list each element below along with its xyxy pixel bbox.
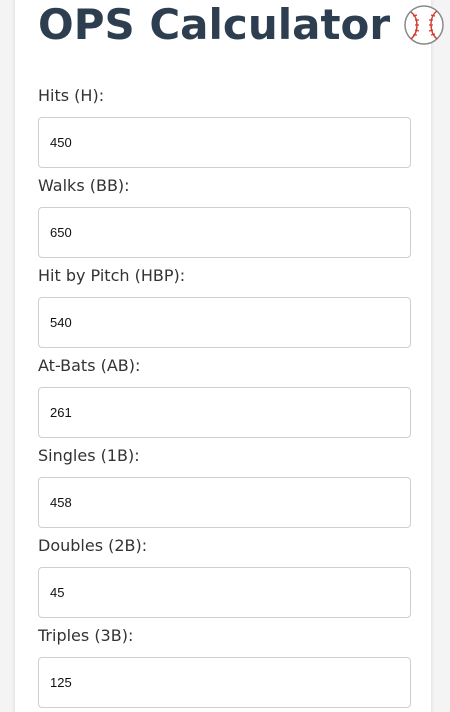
page: OPS Calculator Hits (H): 450 Walks (BB):… xyxy=(0,0,450,712)
singles-input[interactable] xyxy=(38,477,411,528)
doubles-input[interactable] xyxy=(38,567,411,618)
triples-label: Triples (3B): xyxy=(38,626,134,645)
hbp-input[interactable] xyxy=(38,297,411,348)
walks-input[interactable] xyxy=(38,207,411,258)
walks-label: Walks (BB): xyxy=(38,176,130,195)
hits-input[interactable] xyxy=(38,117,411,168)
page-title: OPS Calculator xyxy=(38,0,391,49)
doubles-label: Doubles (2B): xyxy=(38,536,148,555)
baseball-icon xyxy=(402,3,446,47)
field-doubles: Doubles (2B): xyxy=(38,536,411,618)
at-bats-input[interactable] xyxy=(38,387,411,438)
hbp-label: Hit by Pitch (HBP): xyxy=(38,266,186,285)
singles-label: Singles (1B): xyxy=(38,446,140,465)
field-hbp: Hit by Pitch (HBP): xyxy=(38,266,411,348)
at-bats-label: At-Bats (AB): xyxy=(38,356,141,375)
triples-input[interactable] xyxy=(38,657,411,708)
field-triples: Triples (3B): xyxy=(38,626,411,708)
hits-label: Hits (H): xyxy=(38,86,105,105)
field-hits: Hits (H): xyxy=(38,86,411,168)
field-walks: Walks (BB): xyxy=(38,176,411,258)
header: OPS Calculator xyxy=(38,0,446,50)
field-singles: Singles (1B): xyxy=(38,446,411,528)
field-at-bats: At-Bats (AB): xyxy=(38,356,411,438)
